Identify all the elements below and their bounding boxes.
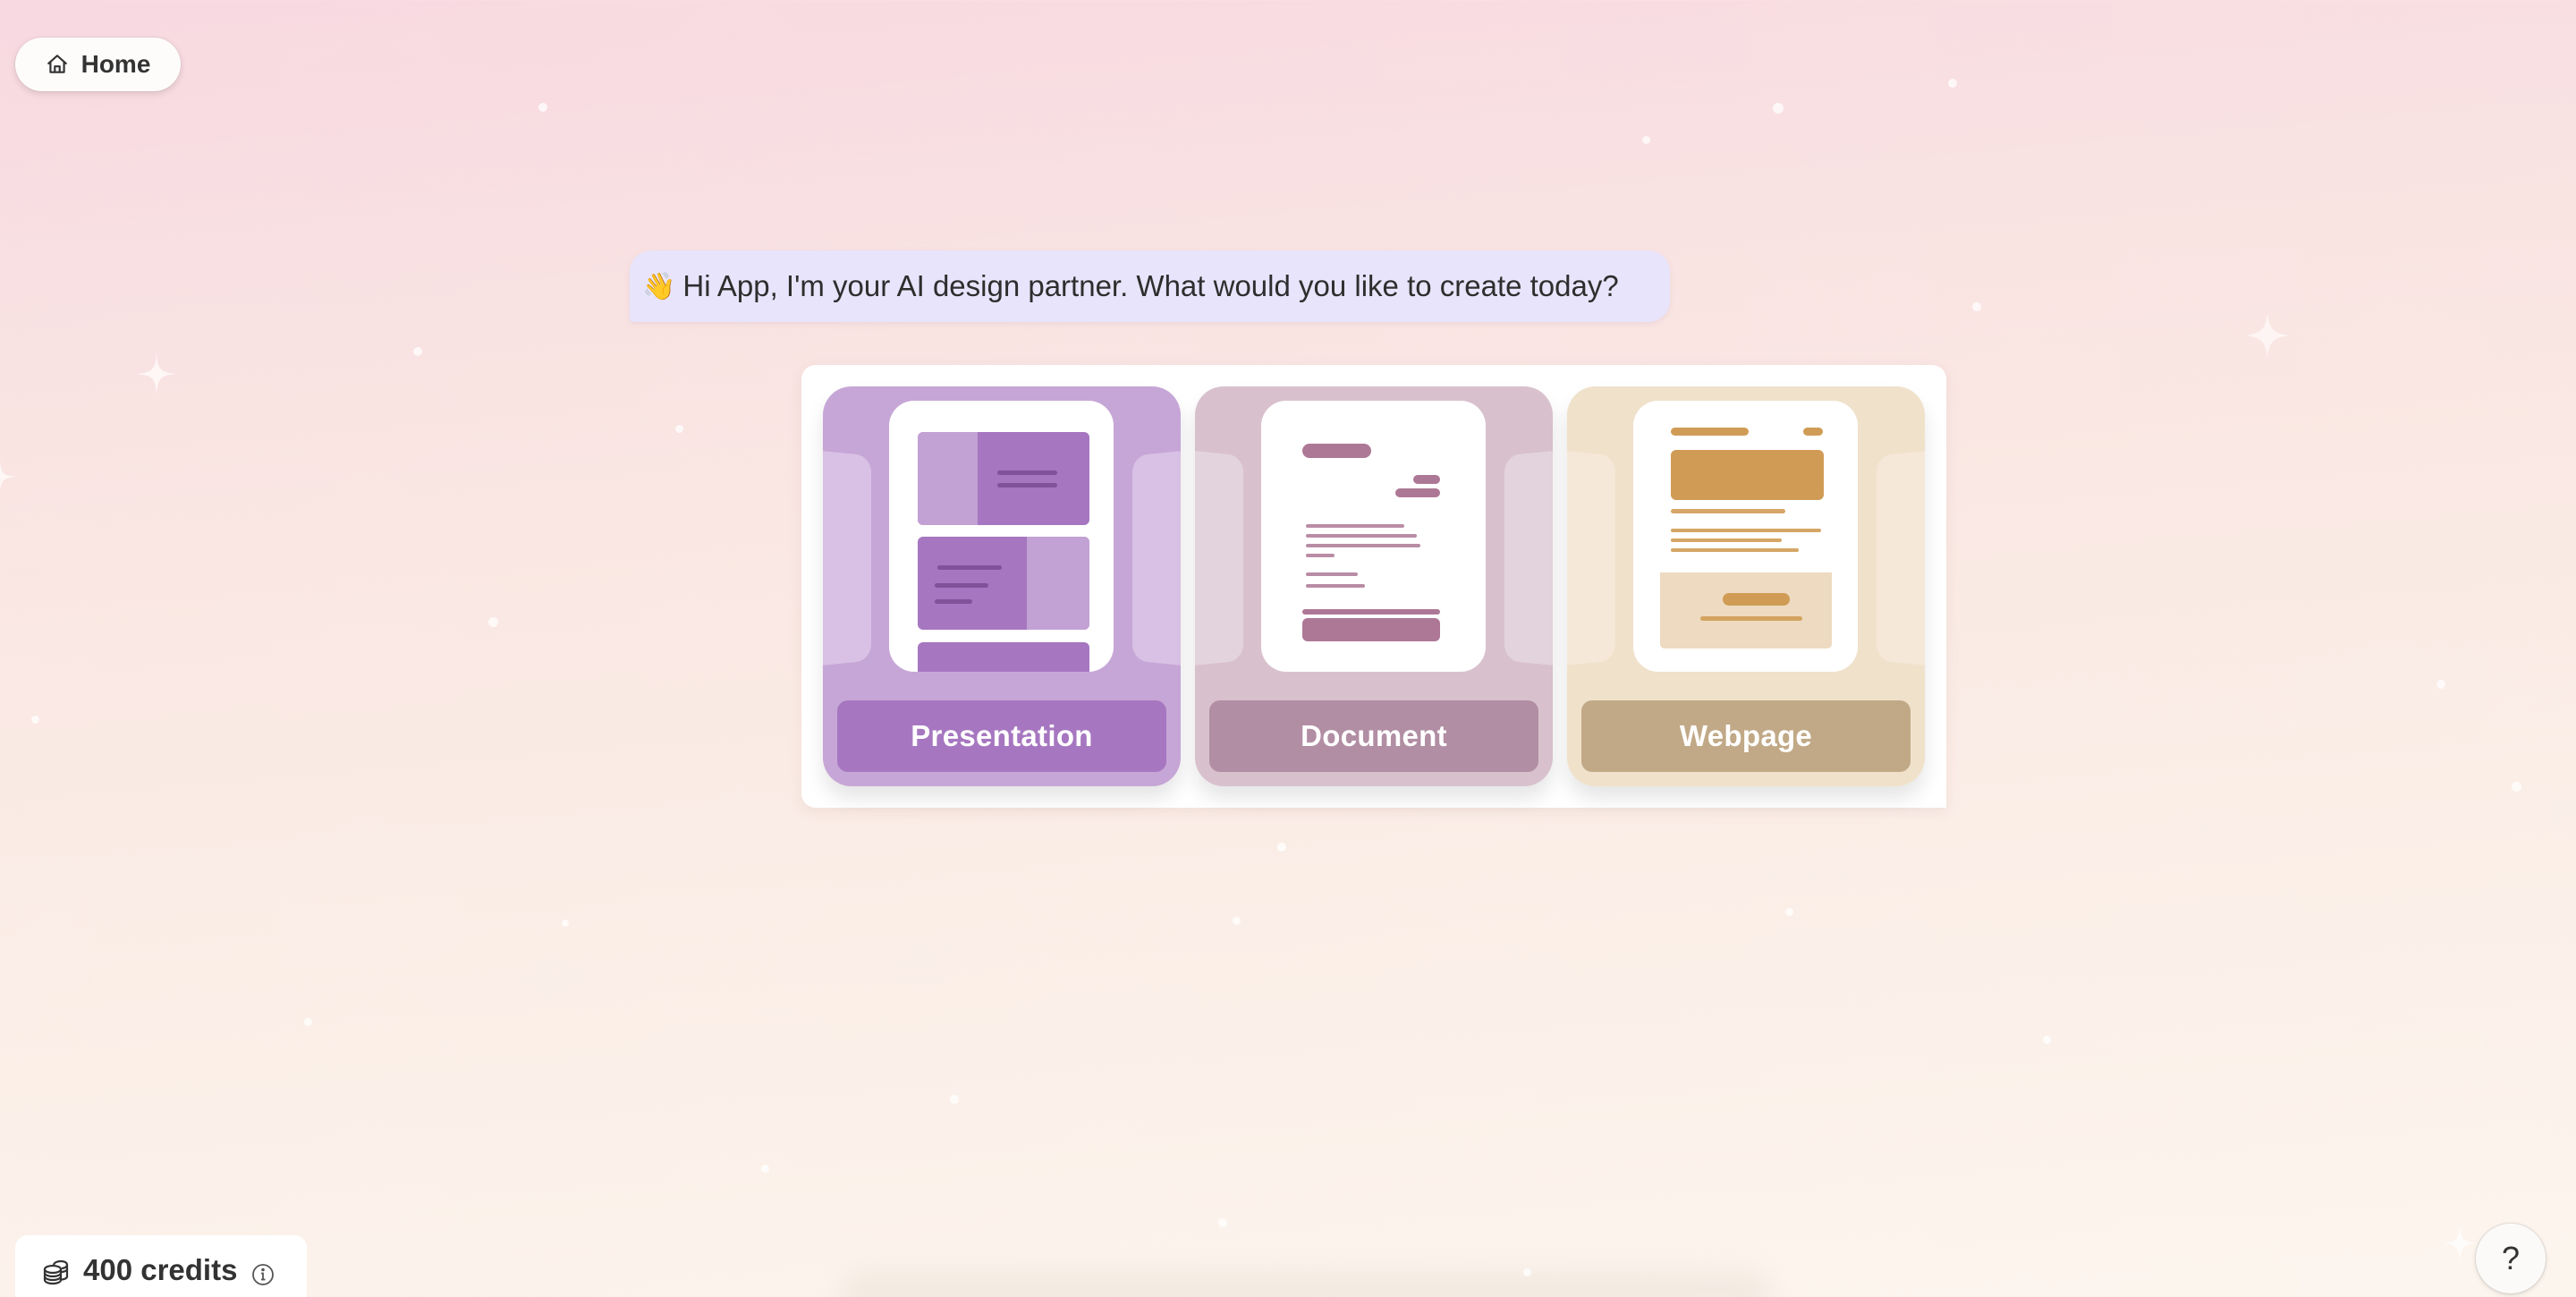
- particle: [761, 1165, 769, 1173]
- ghost-panel: [1567, 449, 1615, 667]
- sparkle-icon: [0, 461, 16, 493]
- presentation-thumbnail: [889, 401, 1114, 672]
- sparkle-icon: [2442, 1225, 2478, 1261]
- sparkle-icon: [136, 353, 177, 394]
- greeting-bubble: 👋 Hi App, I'm your AI design partner. Wh…: [630, 250, 1670, 322]
- bottom-input-shadow: [841, 1270, 1771, 1297]
- particle: [1785, 908, 1793, 916]
- ghost-panel: [1132, 449, 1181, 667]
- particle: [1972, 302, 1981, 311]
- greeting-text: Hi App, I'm your AI design partner. What…: [682, 269, 1619, 302]
- sparkle-icon: [2245, 313, 2290, 358]
- presentation-option[interactable]: Presentation: [823, 386, 1181, 786]
- ghost-panel: [1877, 449, 1925, 667]
- webpage-thumbnail: [1633, 401, 1858, 672]
- home-label: Home: [80, 50, 151, 78]
- particle: [1277, 843, 1286, 852]
- home-button[interactable]: Home: [15, 38, 181, 91]
- document-thumbnail: [1261, 401, 1486, 672]
- credits-panel[interactable]: 400 credits: [15, 1235, 307, 1297]
- slide-preview: [918, 537, 1089, 630]
- particle: [304, 1018, 312, 1026]
- webpage-option[interactable]: Webpage: [1567, 386, 1925, 786]
- question-mark-icon: ?: [2501, 1240, 2521, 1276]
- particle: [1523, 1268, 1531, 1276]
- particle: [413, 347, 422, 356]
- particle: [1642, 136, 1650, 144]
- slide-preview: [918, 432, 1089, 525]
- particle: [2436, 680, 2445, 689]
- particle: [950, 1095, 959, 1104]
- particle: [2512, 782, 2521, 792]
- ghost-panel: [1504, 449, 1553, 667]
- particle: [1233, 917, 1241, 925]
- slide-preview: [918, 642, 1089, 672]
- ghost-panel: [1195, 449, 1243, 667]
- particle: [562, 920, 569, 927]
- particle: [31, 716, 39, 724]
- coins-icon: [43, 1259, 69, 1285]
- particle: [2043, 1036, 2051, 1044]
- help-button[interactable]: ?: [2476, 1224, 2546, 1293]
- particle: [488, 617, 498, 627]
- presentation-label: Presentation: [837, 700, 1166, 772]
- particle: [1948, 79, 1957, 88]
- credits-amount: 400 credits: [83, 1253, 238, 1286]
- particle: [1773, 103, 1784, 114]
- ghost-panel: [823, 449, 871, 667]
- info-icon[interactable]: [251, 1263, 275, 1286]
- particle: [538, 103, 547, 112]
- home-icon: [47, 55, 67, 73]
- create-type-picker: Presentation Document Webpage: [801, 365, 1946, 808]
- particle: [1218, 1218, 1227, 1227]
- waving-hand-icon: 👋: [642, 271, 676, 301]
- document-label: Document: [1209, 700, 1538, 772]
- document-option[interactable]: Document: [1195, 386, 1553, 786]
- webpage-label: Webpage: [1581, 700, 1911, 772]
- particle: [675, 425, 683, 433]
